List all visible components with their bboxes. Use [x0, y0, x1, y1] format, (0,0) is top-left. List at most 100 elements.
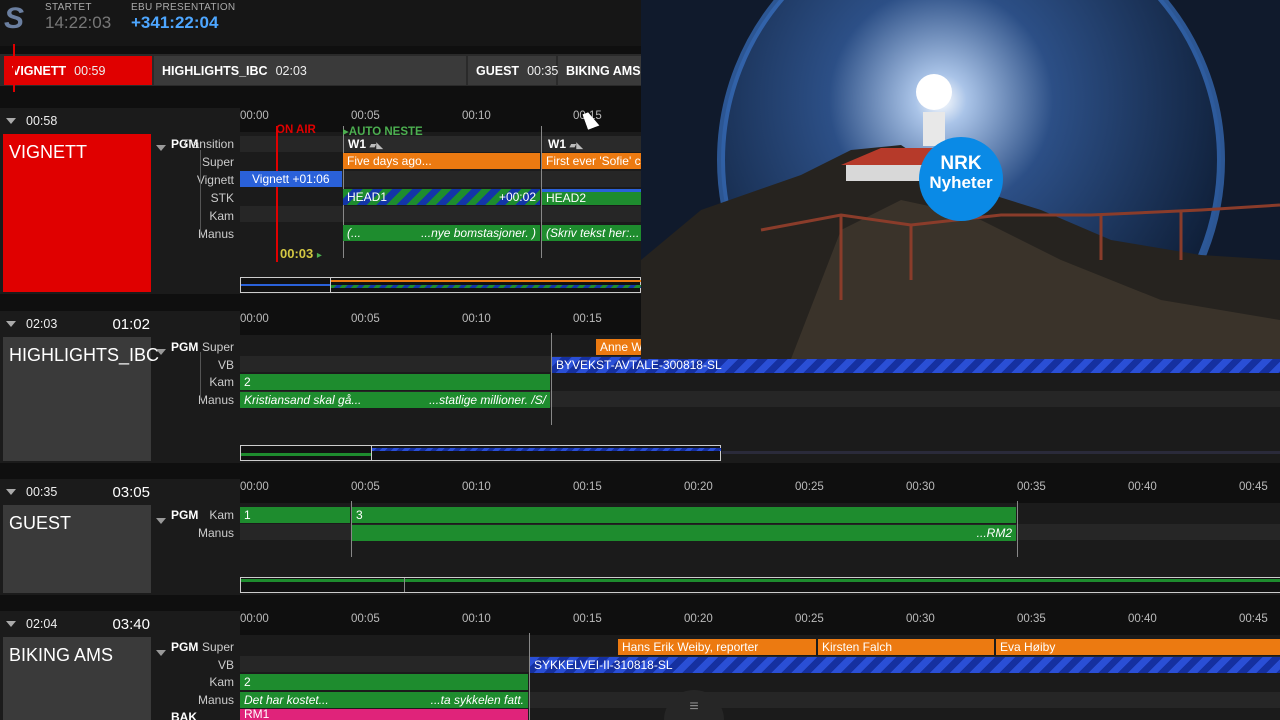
story-title[interactable]: BIKING AMS: [3, 637, 151, 720]
story-duration: 00:58: [26, 114, 58, 128]
ruler-tick: 00:00: [240, 313, 269, 325]
row-label-super: Super: [201, 155, 234, 169]
collapse-icon[interactable]: [6, 489, 16, 495]
clip-super-1[interactable]: Hans Erik Weiby, reporter: [618, 639, 816, 655]
segment-name: HIGHLIGHTS_IBC: [162, 63, 268, 78]
countdown: 00:03 ▸: [280, 246, 322, 261]
clip-head2[interactable]: HEAD2: [542, 189, 641, 205]
ruler-tick: 00:10: [462, 613, 491, 625]
ruler-tick: 00:00: [240, 613, 269, 625]
story-header[interactable]: 02:03 01:02: [0, 311, 152, 337]
row-label-bak: BAK: [171, 710, 197, 720]
segment-time: 00:59: [74, 63, 106, 78]
tree-line: [200, 150, 201, 238]
ruler-tick: 00:15: [573, 481, 602, 493]
clip-manus-2[interactable]: (Skriv tekst her:...: [542, 225, 641, 241]
segment-time: 02:03: [275, 63, 307, 78]
mini-timeline-rest: [722, 451, 1280, 454]
clip-super[interactable]: Anne W: [596, 339, 641, 355]
story-title[interactable]: GUEST: [3, 505, 151, 593]
strip-segment-highlights[interactable]: HIGHLIGHTS_IBC 02:03: [154, 56, 466, 85]
ruler-tick: 00:15: [573, 613, 602, 625]
clip-manus[interactable]: ...RM2: [352, 525, 1016, 541]
ruler-tick: 00:10: [462, 313, 491, 325]
collapse-icon[interactable]: [6, 321, 16, 327]
started-time: 14:22:03: [45, 13, 112, 32]
row-label-vb: VB: [217, 658, 234, 672]
on-air-label: ON AIR: [276, 124, 316, 136]
row-label-super: Super: [201, 640, 234, 654]
clip-manus-1[interactable]: (... ...nye bomstasjoner. ): [343, 225, 540, 241]
clip-bak[interactable]: RM1: [240, 709, 528, 720]
segment-name: GUEST: [476, 63, 520, 78]
manus-start: Kristiansand skal gå...: [244, 393, 362, 407]
clip-super-1[interactable]: Five days ago...: [343, 153, 540, 169]
story-total: 01:02: [112, 315, 150, 333]
clip-super-2[interactable]: First ever 'Sofie' c: [542, 153, 641, 169]
manus-start: Det har kostet...: [244, 693, 329, 707]
countdown-value: 00:03: [280, 246, 314, 261]
ruler-tick: 00:35: [1017, 613, 1046, 625]
clip-vb[interactable]: SYKKELVEI-II-310818-SL: [530, 657, 1280, 673]
ruler-tick: 00:05: [351, 110, 380, 122]
ruler-tick: 00:05: [351, 481, 380, 493]
collapse-icon[interactable]: [6, 621, 16, 627]
clip-kam[interactable]: 2: [240, 374, 550, 390]
clip-super-3[interactable]: Eva Høiby: [996, 639, 1280, 655]
cut-line: [551, 333, 552, 425]
ruler-tick: 00:00: [240, 110, 269, 122]
story-title[interactable]: HIGHLIGHTS_IBC: [3, 337, 159, 461]
mini-timeline[interactable]: [240, 445, 721, 461]
story-duration: 02:03: [26, 317, 58, 331]
clip-kam[interactable]: 2: [240, 674, 528, 690]
story-total: 03:05: [112, 483, 150, 501]
segment-name: VIGNETT: [12, 63, 67, 78]
nrk-logo: NRK Nyheter: [919, 137, 1003, 221]
ruler-tick: 00:15: [573, 313, 602, 325]
story-duration: 00:35: [26, 485, 58, 499]
row-label-transition: Transition: [181, 137, 234, 151]
playhead-marker: [13, 44, 15, 92]
clip-head1[interactable]: HEAD1 +00:02: [343, 189, 540, 205]
clip-w1a[interactable]: W1 ▰◣: [344, 136, 540, 152]
manus-end: ...ta sykkelen fatt.: [430, 693, 524, 707]
ruler-tick: 00:05: [351, 613, 380, 625]
transition-icon: ▰◣: [369, 140, 384, 150]
story-header[interactable]: 02:04 03:40: [0, 611, 152, 637]
mini-timeline[interactable]: [240, 277, 641, 293]
ruler-tick: 00:20: [684, 613, 713, 625]
ruler-tick: 00:20: [684, 481, 713, 493]
story-duration: 02:04: [26, 617, 58, 631]
clip-offset: +00:02: [498, 190, 536, 204]
strip-segment-guest[interactable]: GUEST 00:35: [468, 56, 559, 85]
story-header[interactable]: 00:58: [0, 108, 152, 134]
clip-super-2[interactable]: Kirsten Falch: [818, 639, 994, 655]
clip-manus[interactable]: Det har kostet... ...ta sykkelen fatt.: [240, 692, 528, 708]
ruler-tick: 00:10: [462, 481, 491, 493]
mini-timeline[interactable]: [240, 577, 1280, 593]
story-title[interactable]: VIGNETT: [3, 134, 151, 292]
clip-w1b[interactable]: W1 ▰◣: [544, 136, 641, 152]
clip-kam-1[interactable]: 1: [240, 507, 350, 523]
clip-vb[interactable]: BYVEKST-AVTALE-300818-SL: [552, 357, 1280, 373]
clip-vignett[interactable]: Vignett +01:06: [240, 171, 342, 187]
row-label-kam: Kam: [209, 209, 234, 223]
row-label-stk: STK: [210, 191, 234, 205]
app-logo[interactable]: S: [4, 4, 28, 34]
story-header[interactable]: 00:35 03:05: [0, 479, 152, 505]
strip-segment-vignett[interactable]: VIGNETT 00:59: [4, 56, 152, 85]
ruler-tick: 00:45: [1239, 481, 1268, 493]
timeline-ruler: [240, 611, 1280, 635]
collapse-icon[interactable]: [6, 118, 16, 124]
cut-line: [1017, 501, 1018, 557]
segment-time: 00:35: [527, 63, 559, 78]
ruler-tick: 00:30: [906, 481, 935, 493]
clip-label: HEAD1: [347, 190, 388, 204]
track-kam: [240, 206, 641, 222]
cut-line: [529, 633, 530, 720]
row-label-manus: Manus: [197, 227, 234, 241]
clip-label: W1: [548, 137, 566, 151]
clip-manus[interactable]: Kristiansand skal gå... ...statlige milli…: [240, 392, 550, 408]
strip-segment-biking[interactable]: BIKING AMS: [558, 56, 642, 85]
clip-kam-2[interactable]: 3: [352, 507, 1016, 523]
